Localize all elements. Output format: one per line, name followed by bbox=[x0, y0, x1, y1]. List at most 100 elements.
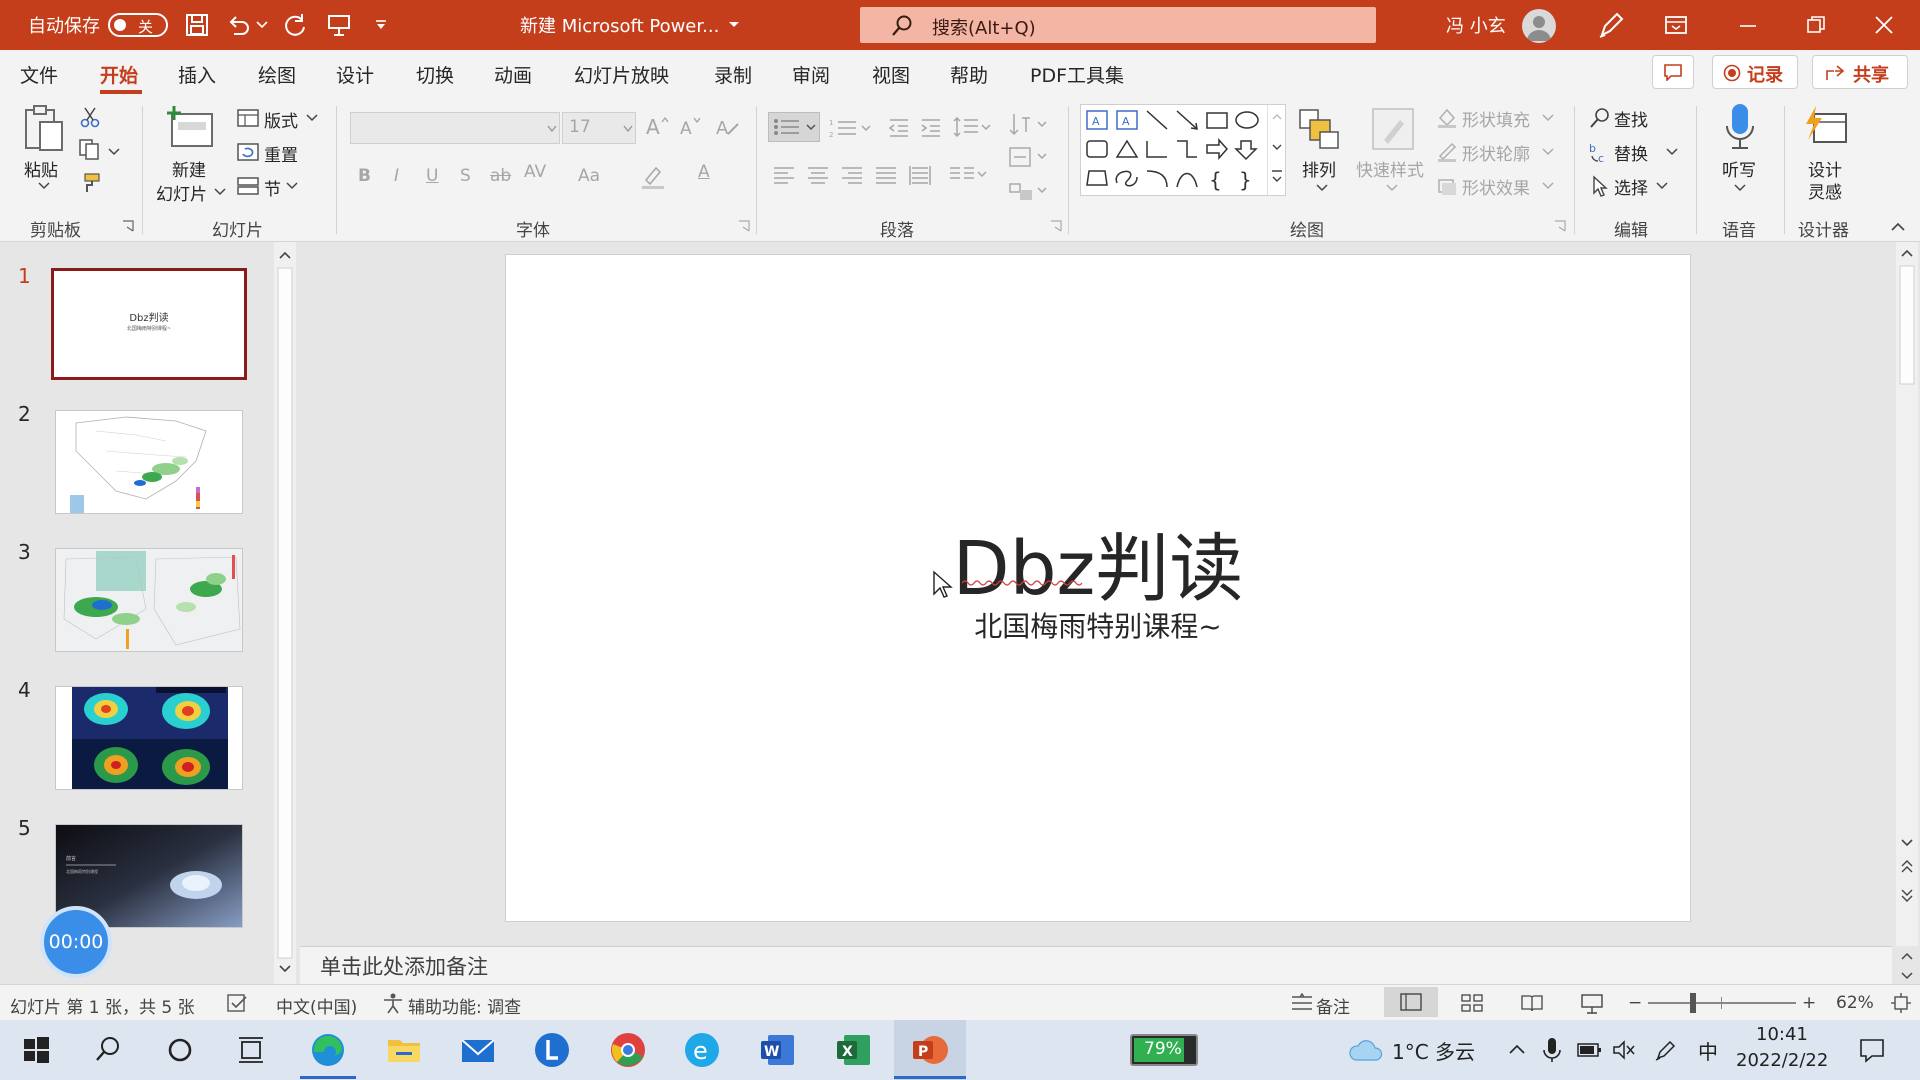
align-left-icon[interactable] bbox=[772, 162, 798, 188]
battery-tray-icon[interactable] bbox=[1576, 1040, 1602, 1060]
layout-icon[interactable] bbox=[236, 108, 260, 128]
slide-subtitle[interactable]: 北国梅雨特别课程~ bbox=[506, 605, 1690, 645]
clipboard-launcher-icon[interactable] bbox=[122, 220, 134, 232]
numbering-icon[interactable]: 12 bbox=[828, 114, 872, 142]
comments-button[interactable] bbox=[1652, 55, 1694, 89]
select-label[interactable]: 选择 bbox=[1614, 174, 1648, 199]
share-button[interactable]: 共享 bbox=[1812, 55, 1908, 89]
weather-cloud-icon[interactable] bbox=[1348, 1036, 1384, 1064]
increase-font-icon[interactable]: A bbox=[644, 114, 670, 138]
volume-muted-icon[interactable] bbox=[1612, 1038, 1636, 1062]
font-name-combo[interactable] bbox=[350, 112, 560, 144]
distributed-icon[interactable] bbox=[908, 162, 934, 188]
section-icon[interactable] bbox=[236, 176, 260, 196]
designer-icon[interactable] bbox=[1802, 104, 1850, 150]
character-spacing-button[interactable]: AV bbox=[524, 162, 546, 182]
tab-design[interactable]: 设计 bbox=[336, 61, 374, 88]
smartart-icon[interactable] bbox=[1008, 178, 1050, 204]
pen-icon[interactable] bbox=[1596, 10, 1626, 40]
microphone-icon[interactable] bbox=[1722, 102, 1758, 154]
new-slide-dropdown-icon[interactable] bbox=[214, 188, 226, 196]
section-dropdown-icon[interactable] bbox=[286, 182, 298, 190]
undo-icon[interactable] bbox=[226, 12, 252, 38]
shape-effects-label[interactable]: 形状效果 bbox=[1462, 174, 1530, 199]
paste-icon[interactable] bbox=[22, 104, 66, 154]
taskbar-search-icon[interactable] bbox=[88, 1030, 128, 1070]
cut-icon[interactable] bbox=[80, 106, 100, 128]
arrange-label[interactable]: 排列 bbox=[1302, 156, 1336, 181]
tab-draw[interactable]: 绘图 bbox=[258, 61, 296, 88]
format-painter-icon[interactable] bbox=[78, 172, 102, 194]
edge-browser-icon[interactable] bbox=[308, 1030, 348, 1070]
reset-icon[interactable] bbox=[236, 142, 260, 162]
tab-help[interactable]: 帮助 bbox=[950, 61, 988, 88]
thumbnail-scrollbar[interactable] bbox=[274, 242, 296, 984]
zoom-level[interactable]: 62% bbox=[1836, 993, 1874, 1013]
align-text-icon[interactable] bbox=[1008, 144, 1050, 170]
zoom-slider-thumb[interactable] bbox=[1690, 993, 1696, 1013]
paste-dropdown-icon[interactable] bbox=[38, 182, 50, 190]
justify-icon[interactable] bbox=[874, 162, 900, 188]
dictate-dropdown-icon[interactable] bbox=[1734, 184, 1746, 192]
battery-widget[interactable]: 79% bbox=[1130, 1034, 1198, 1066]
section-label[interactable]: 节 bbox=[264, 175, 281, 200]
tab-transitions[interactable]: 切换 bbox=[416, 61, 454, 88]
slide-thumbnail-4[interactable] bbox=[55, 686, 243, 790]
title-dropdown-icon[interactable] bbox=[728, 20, 740, 30]
normal-view-button[interactable] bbox=[1384, 987, 1438, 1017]
user-name[interactable]: 冯 小玄 bbox=[1446, 12, 1506, 38]
microphone-tray-icon[interactable] bbox=[1542, 1036, 1562, 1064]
document-title[interactable]: 新建 Microsoft Power... bbox=[520, 12, 719, 38]
shape-fill-dropdown-icon[interactable] bbox=[1542, 114, 1554, 122]
zoom-slider-track[interactable] bbox=[1648, 1002, 1796, 1004]
slide-sorter-icon[interactable] bbox=[1460, 993, 1484, 1013]
clock-time[interactable]: 10:41 bbox=[1756, 1024, 1808, 1045]
font-size-combo[interactable]: 17 bbox=[562, 112, 636, 144]
record-button[interactable]: 记录 bbox=[1712, 55, 1798, 89]
columns-icon[interactable] bbox=[948, 162, 990, 188]
clear-formatting-icon[interactable]: A bbox=[714, 114, 740, 138]
accessibility-icon[interactable] bbox=[382, 992, 404, 1014]
paragraph-launcher-icon[interactable] bbox=[1050, 220, 1062, 232]
notes-scroll-icon[interactable] bbox=[1896, 947, 1918, 985]
shadow-button[interactable]: S bbox=[460, 166, 471, 186]
tab-slideshow[interactable]: 幻灯片放映 bbox=[574, 61, 669, 88]
powerpoint-app-icon[interactable]: P bbox=[910, 1030, 950, 1070]
align-center-icon[interactable] bbox=[806, 162, 832, 188]
task-view-icon[interactable] bbox=[232, 1030, 272, 1070]
quick-styles-icon[interactable] bbox=[1370, 106, 1416, 152]
copy-icon[interactable] bbox=[78, 138, 102, 160]
bold-button[interactable]: B bbox=[358, 166, 371, 186]
language[interactable]: 中文(中国) bbox=[276, 993, 357, 1018]
autosave-toggle[interactable]: 关 bbox=[108, 13, 168, 37]
save-icon[interactable] bbox=[184, 12, 210, 38]
replace-label[interactable]: 替换 bbox=[1614, 140, 1648, 165]
notes-pane[interactable]: 单击此处添加备注 bbox=[300, 946, 1913, 984]
ime-indicator[interactable]: 中 bbox=[1698, 1036, 1718, 1065]
reset-label[interactable]: 重置 bbox=[264, 141, 298, 166]
ie-browser-icon[interactable]: e bbox=[682, 1030, 722, 1070]
tab-review[interactable]: 审阅 bbox=[792, 61, 830, 88]
spelling-icon[interactable] bbox=[226, 993, 248, 1013]
restore-icon[interactable] bbox=[1804, 14, 1828, 36]
zoom-out-button[interactable]: − bbox=[1628, 993, 1642, 1013]
slide-thumbnail-2[interactable] bbox=[55, 410, 243, 514]
paste-label[interactable]: 粘贴 bbox=[24, 156, 58, 181]
present-icon[interactable] bbox=[326, 12, 352, 38]
slide-thumbnail-1[interactable]: Dbz判读 北国梅雨特别课程~ bbox=[51, 268, 247, 380]
text-direction-icon[interactable] bbox=[1008, 110, 1050, 138]
search-box[interactable]: 搜索(Alt+Q) bbox=[860, 7, 1376, 43]
align-right-icon[interactable] bbox=[840, 162, 866, 188]
cortana-icon[interactable] bbox=[160, 1030, 200, 1070]
notes-placeholder[interactable]: 单击此处添加备注 bbox=[320, 951, 488, 981]
ribbon-display-icon[interactable] bbox=[1664, 14, 1688, 36]
italic-button[interactable]: I bbox=[394, 166, 399, 186]
close-icon[interactable] bbox=[1872, 14, 1896, 36]
redo-icon[interactable] bbox=[282, 12, 308, 38]
replace-icon[interactable]: bc bbox=[1588, 140, 1612, 164]
font-color-button[interactable]: A bbox=[698, 162, 710, 182]
font-launcher-icon[interactable] bbox=[738, 220, 750, 232]
pen-tray-icon[interactable] bbox=[1654, 1038, 1678, 1062]
select-dropdown-icon[interactable] bbox=[1656, 182, 1668, 190]
notification-center-icon[interactable] bbox=[1858, 1036, 1886, 1064]
